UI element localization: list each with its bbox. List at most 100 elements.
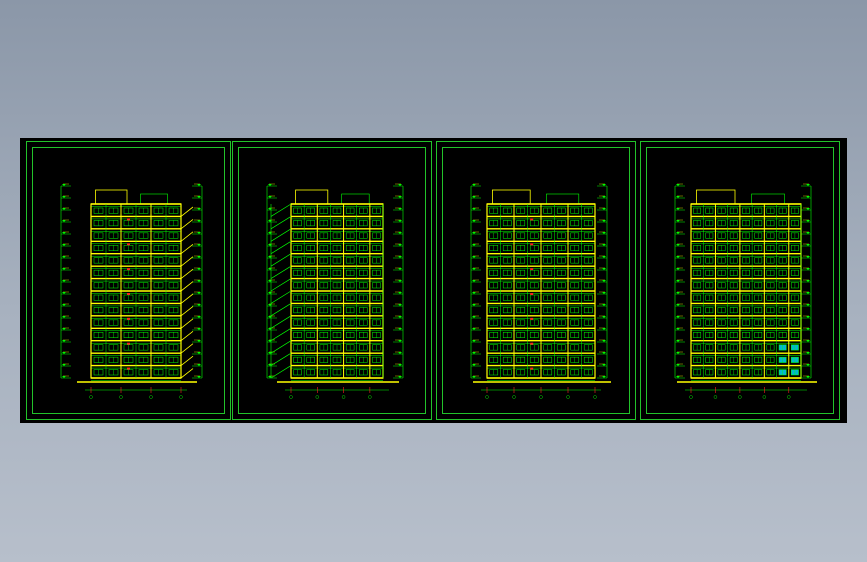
level-scale <box>470 183 481 379</box>
drawing-sheet-4[interactable] <box>640 141 840 420</box>
building-outline <box>473 189 611 399</box>
level-marker <box>197 280 201 282</box>
level-marker <box>398 268 402 270</box>
level-marker <box>806 280 810 282</box>
level-marker <box>806 376 810 378</box>
level-marker <box>268 292 272 294</box>
level-marker <box>268 220 272 222</box>
level-marker <box>197 208 201 210</box>
balcony-rail <box>180 268 194 279</box>
level-marker <box>268 232 272 234</box>
level-marker <box>398 208 402 210</box>
level-marker <box>268 280 272 282</box>
level-marker <box>62 280 66 282</box>
level-marker <box>398 232 402 234</box>
red-mark <box>530 218 534 221</box>
balcony-rail <box>180 219 194 230</box>
level-marker <box>676 364 680 366</box>
level-marker <box>197 376 201 378</box>
axis-bubble <box>762 395 767 399</box>
level-marker <box>197 292 201 294</box>
level-marker <box>268 244 272 246</box>
level-marker <box>806 292 810 294</box>
level-marker <box>472 232 476 234</box>
level-marker <box>398 244 402 246</box>
axis-bubble <box>713 395 718 399</box>
axis-bubble <box>689 395 693 399</box>
level-marker <box>806 208 810 210</box>
level-marker <box>806 352 810 354</box>
building-outline <box>677 189 817 399</box>
level-marker <box>398 316 402 318</box>
level-marker <box>676 316 680 318</box>
level-marker <box>472 220 476 222</box>
level-marker <box>472 280 476 282</box>
level-marker <box>806 196 810 198</box>
level-marker <box>197 232 201 234</box>
level-marker <box>602 292 606 294</box>
cad-drawing-canvas[interactable] <box>20 138 847 423</box>
building-outline <box>77 189 197 399</box>
level-marker <box>398 184 402 186</box>
level-marker <box>602 256 606 258</box>
level-marker <box>398 328 402 330</box>
level-marker <box>806 364 810 366</box>
level-marker <box>806 268 810 270</box>
level-marker <box>268 196 272 198</box>
building-outline <box>270 189 399 399</box>
axis-bubble <box>179 395 183 399</box>
level-marker <box>676 268 680 270</box>
level-marker <box>472 340 476 342</box>
level-marker <box>472 304 476 306</box>
level-marker <box>268 184 272 186</box>
level-marker <box>62 268 66 270</box>
roof-structure <box>546 193 580 205</box>
level-marker <box>806 340 810 342</box>
level-marker <box>472 328 476 330</box>
roof-structure <box>492 189 531 205</box>
drawing-sheet-2[interactable] <box>232 141 432 420</box>
level-scale <box>266 183 277 379</box>
stair-flight <box>270 253 292 267</box>
axis-bubble <box>566 395 570 399</box>
drawing-sheet-1[interactable] <box>26 141 231 420</box>
level-marker <box>62 292 66 294</box>
level-marker <box>197 268 201 270</box>
roof-structure <box>140 193 168 205</box>
level-marker <box>197 328 201 330</box>
level-marker <box>806 328 810 330</box>
level-marker <box>398 364 402 366</box>
level-marker <box>398 352 402 354</box>
roof-structure <box>341 193 370 205</box>
red-mark <box>127 243 130 246</box>
stair-flight <box>270 290 292 304</box>
level-marker <box>472 292 476 294</box>
level-marker <box>268 304 272 306</box>
level-marker <box>806 184 810 186</box>
level-marker <box>602 280 606 282</box>
level-scale <box>674 183 685 379</box>
level-marker <box>472 376 476 378</box>
level-marker <box>602 352 606 354</box>
level-marker <box>472 364 476 366</box>
balcony-rail <box>180 318 194 329</box>
drawing-sheet-3[interactable] <box>436 141 636 420</box>
axis-bubble <box>289 395 293 399</box>
level-marker <box>398 256 402 258</box>
roof-structure <box>95 189 128 205</box>
elevation-drawing-1 <box>60 183 203 399</box>
balcony-rail <box>180 243 194 255</box>
level-scale <box>192 183 203 379</box>
level-marker <box>806 304 810 306</box>
stair-flight <box>270 315 292 329</box>
level-marker <box>398 340 402 342</box>
red-mark <box>530 317 534 320</box>
level-marker <box>472 316 476 318</box>
level-marker <box>62 352 66 354</box>
balcony-rail <box>180 330 194 342</box>
stair-flight <box>270 228 292 242</box>
level-marker <box>197 304 201 306</box>
stair-flight <box>270 216 292 230</box>
red-mark <box>127 342 130 345</box>
level-marker <box>676 244 680 246</box>
